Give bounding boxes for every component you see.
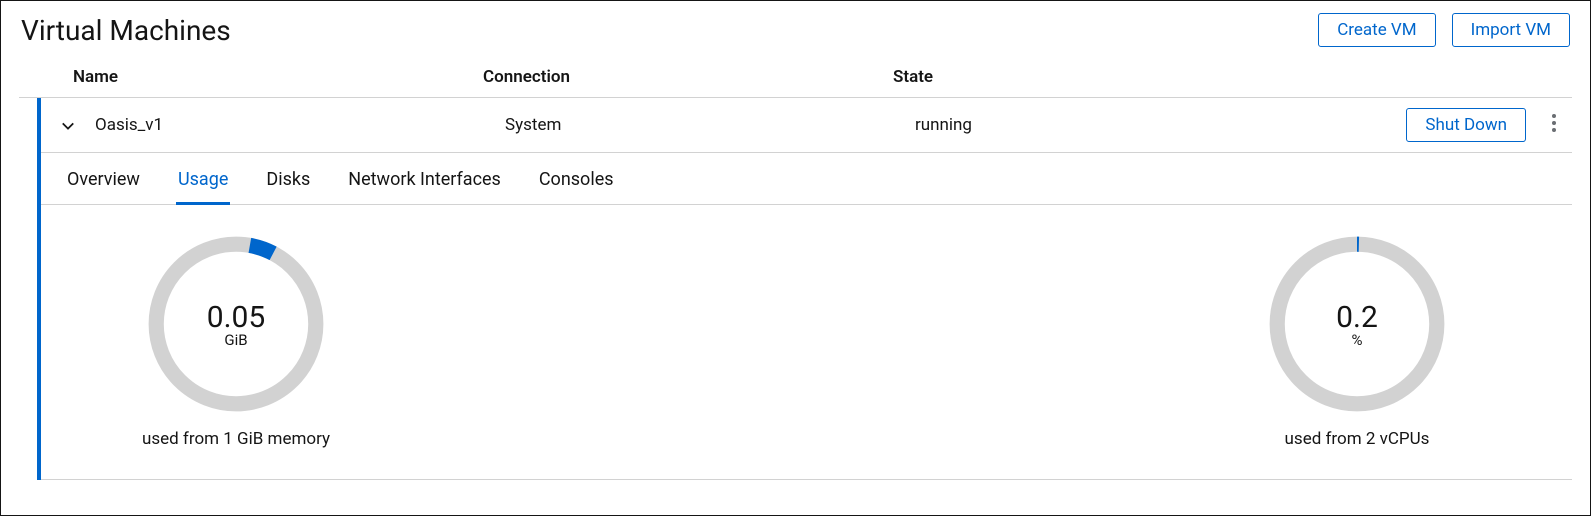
row-conn: System (505, 115, 915, 135)
table-row: Oasis_v1 System running Shut Down (41, 98, 1572, 153)
memory-value: 0.05 (207, 300, 266, 335)
chevron-down-icon[interactable] (61, 118, 75, 132)
cpu-caption: used from 2 vCPUs (1285, 429, 1430, 449)
tab-network[interactable]: Network Interfaces (346, 165, 503, 204)
col-header-state: State (893, 67, 1273, 87)
memory-gauge: 0.05 GiB (141, 229, 331, 419)
shut-down-button[interactable]: Shut Down (1406, 108, 1526, 142)
col-header-name: Name (73, 67, 483, 87)
import-vm-button[interactable]: Import VM (1452, 13, 1570, 47)
row-state: running (915, 115, 1295, 135)
cpu-gauge: 0.2 % (1262, 229, 1452, 419)
page-title: Virtual Machines (21, 14, 231, 47)
tabs: Overview Usage Disks Network Interfaces … (41, 153, 1572, 205)
tab-disks[interactable]: Disks (264, 165, 312, 204)
memory-gauge-block: 0.05 GiB used from 1 GiB memory (141, 229, 331, 449)
tab-consoles[interactable]: Consoles (537, 165, 616, 204)
cpu-gauge-block: 0.2 % used from 2 vCPUs (1262, 229, 1452, 449)
tab-usage[interactable]: Usage (176, 165, 230, 205)
kebab-icon[interactable] (1544, 113, 1564, 138)
tab-overview[interactable]: Overview (65, 165, 142, 204)
header-actions: Create VM Import VM (1318, 13, 1570, 47)
usage-panel: 0.05 GiB used from 1 GiB memory 0.2 % (41, 205, 1572, 480)
cpu-value: 0.2 (1336, 300, 1378, 335)
table-header: Name Connection State (19, 59, 1572, 98)
col-header-conn: Connection (483, 67, 893, 87)
memory-caption: used from 1 GiB memory (142, 429, 330, 449)
create-vm-button[interactable]: Create VM (1318, 13, 1435, 47)
row-name[interactable]: Oasis_v1 (95, 115, 505, 135)
memory-unit: GiB (224, 331, 247, 349)
cpu-unit: % (1352, 331, 1363, 349)
